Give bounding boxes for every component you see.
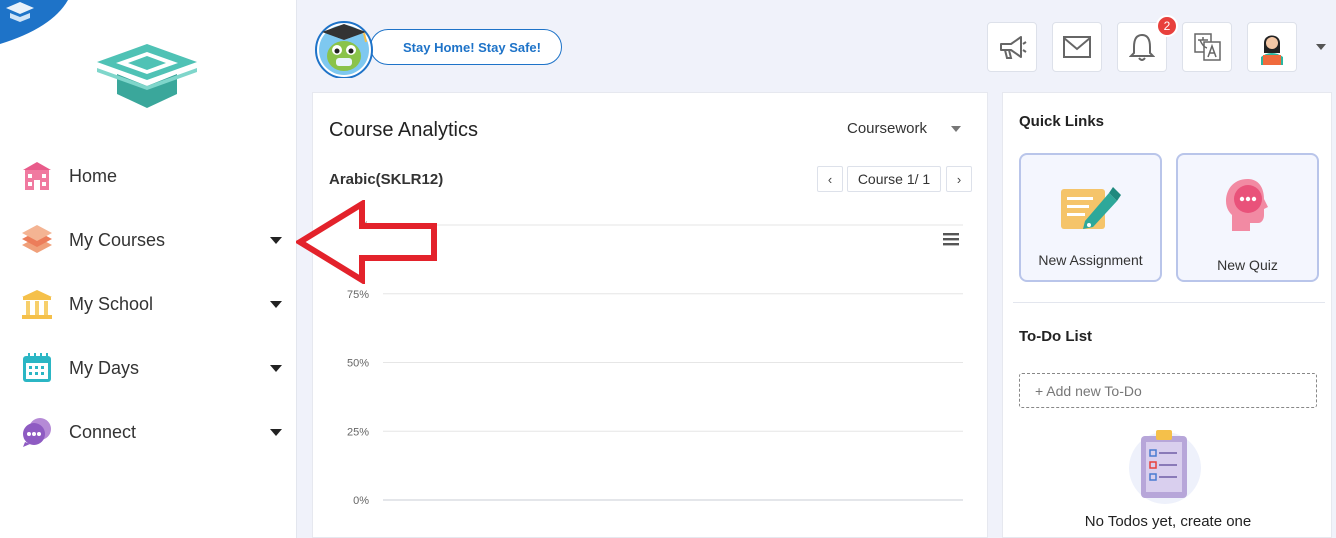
stay-safe-button[interactable]: Stay Home! Stay Safe! [370, 29, 562, 65]
chart-menu-icon[interactable] [943, 232, 959, 246]
new-assignment-label: New Assignment [1038, 252, 1143, 268]
new-quiz-label: New Quiz [1217, 257, 1278, 273]
translate-icon [1194, 33, 1221, 61]
sidebar-item-my-courses[interactable]: My Courses [0, 217, 297, 263]
analytics-filter-select[interactable]: Coursework [847, 120, 927, 137]
y-tick-label: 50% [347, 358, 369, 370]
profile-menu-caret-icon[interactable] [1316, 44, 1326, 50]
announcements-button[interactable] [987, 22, 1037, 72]
new-quiz-tile[interactable]: New Quiz [1176, 153, 1319, 282]
y-tick-label: 75% [347, 289, 369, 301]
next-course-button[interactable]: › [946, 166, 972, 192]
chat-bubbles-icon [20, 415, 54, 449]
sidebar-item-my-days[interactable]: My Days [0, 345, 297, 391]
new-assignment-tile[interactable]: New Assignment [1019, 153, 1162, 282]
sidebar: Home My Courses My School My Days Connec… [0, 0, 297, 538]
sidebar-item-label: Home [69, 165, 118, 186]
sidebar-item-label: My Days [69, 357, 140, 378]
mascot-icon [315, 21, 373, 78]
sidebar-item-label: My School [69, 293, 154, 314]
divider [1013, 302, 1325, 303]
corner-logo-icon[interactable] [0, 0, 70, 46]
bell-icon [1129, 33, 1155, 61]
chevron-down-icon[interactable] [951, 126, 961, 132]
y-tick-label: 0% [353, 495, 369, 507]
course-analytics-card: Course Analytics Coursework Arabic(SKLR1… [312, 92, 988, 538]
quick-links-title: Quick Links [1019, 113, 1105, 130]
side-panel-card: Quick Links New Assignment New Quiz To-D… [1002, 92, 1332, 538]
quiz-head-icon [1226, 179, 1268, 231]
chevron-down-icon[interactable] [270, 428, 282, 436]
notification-count-badge: 2 [1156, 15, 1178, 37]
mail-icon [1063, 36, 1091, 58]
assignment-pen-icon [1061, 187, 1121, 229]
columns-building-icon [20, 287, 54, 321]
chevron-down-icon[interactable] [270, 364, 282, 372]
annotation-arrow [296, 200, 437, 284]
sidebar-item-connect[interactable]: Connect [0, 409, 297, 455]
y-tick-label: 25% [347, 426, 369, 438]
profile-button[interactable] [1247, 22, 1297, 72]
add-todo-input[interactable]: + Add new To-Do [1019, 373, 1317, 408]
course-name: Arabic(SKLR12) [329, 171, 444, 188]
books-icon [20, 223, 54, 257]
course-pager-label: Course 1/ 1 [847, 166, 941, 192]
chevron-down-icon[interactable] [270, 236, 282, 244]
profile-avatar-icon [1261, 35, 1283, 65]
calendar-icon [20, 351, 54, 385]
megaphone-icon [1000, 36, 1027, 59]
sidebar-item-label: My Courses [69, 229, 166, 250]
messages-button[interactable] [1052, 22, 1102, 72]
prev-course-button[interactable]: ‹ [817, 166, 843, 192]
todo-list-title: To-Do List [1019, 328, 1093, 345]
language-button[interactable] [1182, 22, 1232, 72]
sidebar-item-label: Connect [69, 421, 137, 442]
course-analytics-title: Course Analytics [329, 119, 478, 141]
todo-empty-message: No Todos yet, create one [1084, 513, 1252, 530]
clipboard-checklist-icon [1129, 430, 1201, 504]
sidebar-item-my-school[interactable]: My School [0, 281, 297, 327]
brand-logo-icon [97, 44, 197, 108]
stay-safe-banner: Stay Home! Stay Safe! [312, 18, 562, 78]
sidebar-item-home[interactable]: Home [0, 153, 297, 199]
school-building-icon [20, 159, 54, 193]
chevron-down-icon[interactable] [270, 300, 282, 308]
